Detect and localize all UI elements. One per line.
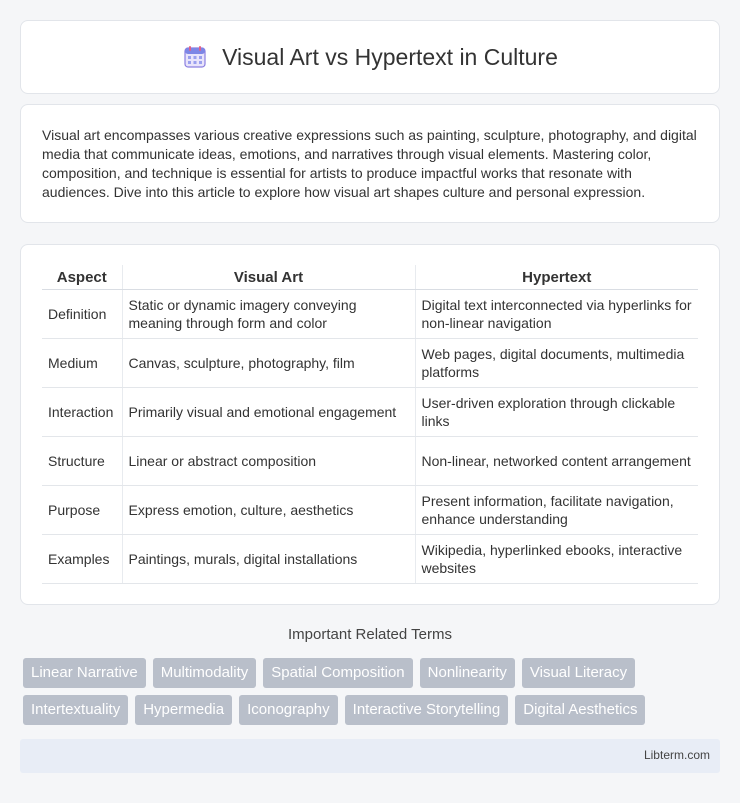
- tag-intertextuality[interactable]: Intertextuality: [23, 695, 129, 725]
- row-visual-art: Paintings, murals, digital installations: [121, 534, 415, 584]
- row-aspect: Purpose: [42, 485, 122, 535]
- row-aspect: Definition: [42, 289, 122, 339]
- row-hypertext: Non-linear, networked content arrangemen…: [414, 436, 698, 486]
- calendar-icon: [182, 44, 208, 70]
- row-hypertext: User-driven exploration through clickabl…: [414, 387, 698, 437]
- page-title: Visual Art vs Hypertext in Culture: [222, 43, 558, 70]
- row-visual-art: Static or dynamic imagery conveying mean…: [121, 289, 415, 339]
- row-visual-art: Express emotion, culture, aesthetics: [121, 485, 415, 535]
- tag-nonlinearity[interactable]: Nonlinearity: [419, 658, 515, 688]
- row-aspect: Structure: [42, 436, 122, 486]
- intro-paragraph: Visual art encompasses various creative …: [42, 127, 697, 200]
- row-hypertext: Digital text interconnected via hyperlin…: [414, 289, 698, 339]
- tag-multimodality[interactable]: Multimodality: [152, 658, 257, 688]
- table-row: Structure Linear or abstract composition…: [42, 436, 698, 486]
- header-hypertext: Hypertext: [414, 265, 698, 290]
- table-row: Interaction Primarily visual and emotion…: [42, 387, 698, 437]
- row-hypertext: Web pages, digital documents, multimedia…: [414, 338, 698, 388]
- footer-bar: Libterm.com: [20, 739, 720, 773]
- related-terms-title: Important Related Terms: [288, 626, 452, 643]
- comparison-table: Aspect Visual Art Hypertext Definition S…: [42, 265, 698, 584]
- comparison-card: Aspect Visual Art Hypertext Definition S…: [20, 244, 720, 605]
- tag-hypermedia[interactable]: Hypermedia: [135, 695, 233, 725]
- intro-card: Visual art encompasses various creative …: [20, 104, 720, 223]
- tag-visual-literacy[interactable]: Visual Literacy: [521, 658, 636, 688]
- header-visual-art: Visual Art: [121, 265, 415, 290]
- table-header-row: Aspect Visual Art Hypertext: [42, 265, 698, 290]
- table-row: Examples Paintings, murals, digital inst…: [42, 534, 698, 584]
- table-row: Medium Canvas, sculpture, photography, f…: [42, 338, 698, 388]
- related-terms-list: Linear Narrative Multimodality Spatial C…: [23, 658, 723, 725]
- row-aspect: Interaction: [42, 387, 122, 437]
- row-visual-art: Primarily visual and emotional engagemen…: [121, 387, 415, 437]
- tag-linear-narrative[interactable]: Linear Narrative: [23, 658, 146, 688]
- footer-site-link[interactable]: Libterm.com: [644, 748, 710, 762]
- header-aspect: Aspect: [42, 265, 122, 290]
- row-hypertext: Present information, facilitate navigati…: [414, 485, 698, 535]
- row-aspect: Examples: [42, 534, 122, 584]
- row-visual-art: Canvas, sculpture, photography, film: [121, 338, 415, 388]
- row-aspect: Medium: [42, 338, 122, 388]
- title-card: Visual Art vs Hypertext in Culture: [20, 20, 720, 94]
- tag-digital-aesthetics[interactable]: Digital Aesthetics: [515, 695, 646, 725]
- table-row: Purpose Express emotion, culture, aesthe…: [42, 485, 698, 535]
- row-hypertext: Wikipedia, hyperlinked ebooks, interacti…: [414, 534, 698, 584]
- table-row: Definition Static or dynamic imagery con…: [42, 289, 698, 339]
- tag-spatial-composition[interactable]: Spatial Composition: [263, 658, 413, 688]
- tag-interactive-storytelling[interactable]: Interactive Storytelling: [344, 695, 509, 725]
- row-visual-art: Linear or abstract composition: [121, 436, 415, 486]
- tag-iconography[interactable]: Iconography: [239, 695, 338, 725]
